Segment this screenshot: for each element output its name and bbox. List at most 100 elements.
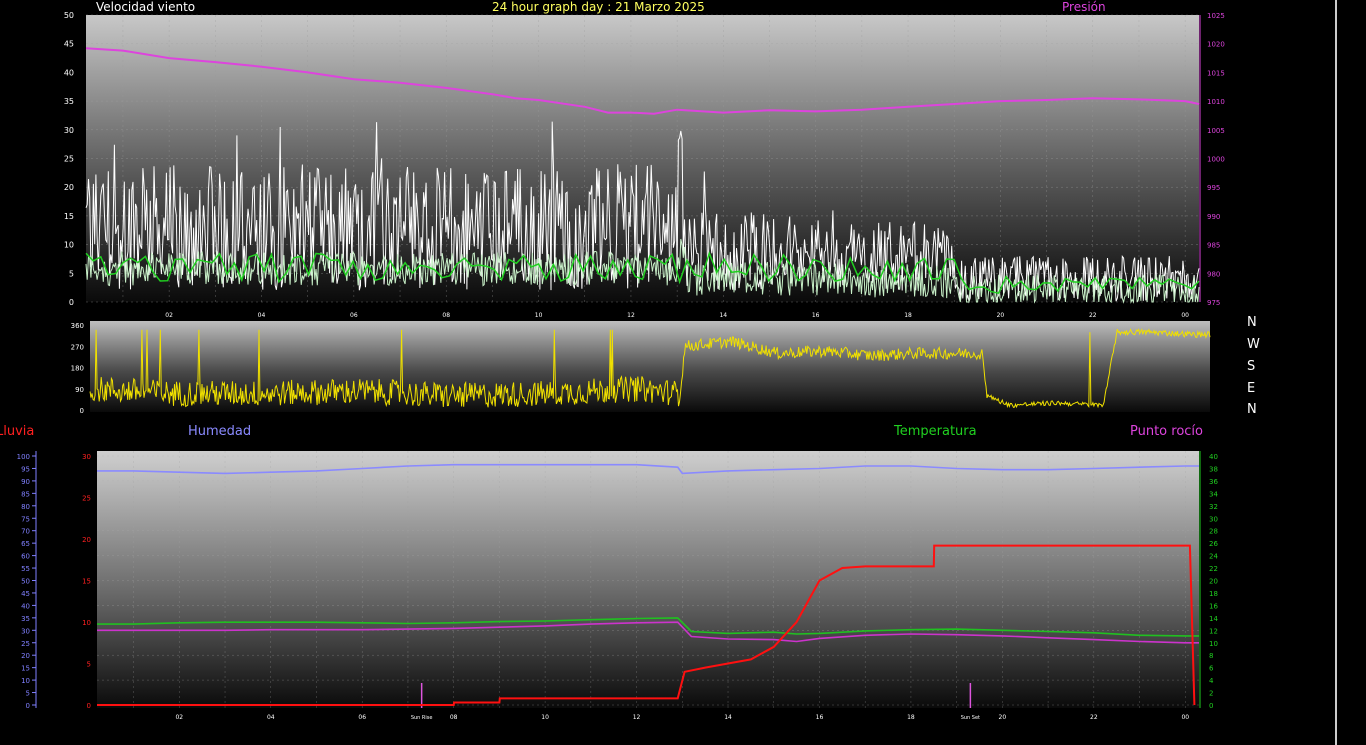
rain-label: Lluvia [0, 424, 35, 439]
wind-tick-label: 20 [64, 183, 74, 192]
humidity-tick-label: 85 [21, 490, 30, 498]
pressure-label: Presión [1062, 0, 1106, 14]
wind-direction-panel: 0 90 180 270 360 [71, 321, 1211, 415]
humidity-tick-label: 35 [21, 615, 30, 623]
compass-s: S [1247, 359, 1256, 374]
rain-tick-label: 5 [87, 661, 91, 669]
x-tick-label: 00 [1181, 714, 1189, 721]
pressure-tick-label: 980 [1207, 270, 1220, 278]
temperature-tick-label: 18 [1209, 590, 1218, 598]
pressure-tick-label: 1015 [1207, 69, 1225, 77]
temperature-tick-label: 14 [1209, 615, 1218, 623]
wind-tick-label: 0 [69, 298, 74, 307]
wind-tick-label: 50 [64, 11, 74, 20]
temperature-tick-label: 20 [1209, 578, 1218, 586]
weather-charts: 0510152025303540455097598098599099510001… [17, 0, 1337, 745]
temperature-tick-label: 26 [1209, 540, 1218, 548]
humidity-tick-label: 70 [21, 528, 30, 536]
x-tick-label: 20 [999, 714, 1007, 721]
humidity-tick-label: 10 [21, 677, 30, 685]
rain-tick-label: 0 [87, 702, 91, 710]
humidity-tick-label: 15 [21, 665, 30, 673]
temperature-tick-label: 2 [1209, 690, 1213, 698]
temperature-tick-label: 30 [1209, 515, 1218, 523]
x-tick-label: 22 [1089, 312, 1097, 319]
rain-tick-label: 10 [82, 619, 91, 627]
x-tick-label: 06 [358, 714, 366, 721]
temperature-tick-label: 40 [1209, 453, 1218, 461]
wind-tick-label: 5 [69, 269, 74, 278]
temperature-tick-label: 12 [1209, 627, 1218, 635]
temperature-tick-label: 6 [1209, 665, 1214, 673]
rain-tick-label: 15 [82, 578, 91, 586]
humidity-tick-label: 20 [21, 652, 30, 660]
temperature-tick-label: 34 [1209, 490, 1218, 498]
humidity-label: Humedad [188, 424, 252, 439]
x-tick-label: 18 [907, 714, 915, 721]
pressure-tick-label: 995 [1207, 184, 1220, 192]
wind-tick-label: 30 [64, 126, 74, 135]
humidity-tick-label: 50 [21, 578, 30, 586]
humidity-tick-label: 40 [21, 602, 30, 610]
humidity-tick-label: 95 [21, 465, 30, 473]
pressure-tick-label: 1010 [1207, 98, 1225, 106]
wind-tick-label: 35 [64, 97, 74, 106]
pressure-tick-label: 985 [1207, 242, 1220, 250]
direction-tick-label: 270 [71, 343, 84, 351]
humidity-tick-label: 60 [21, 553, 30, 561]
temperature-tick-label: 28 [1209, 528, 1218, 536]
humidity-tick-label: 45 [21, 590, 30, 598]
wind-speed-label: Velocidad viento [96, 0, 196, 14]
temperature-tick-label: 32 [1209, 503, 1218, 511]
x-tick-label: 12 [633, 714, 641, 721]
temperature-tick-label: 4 [1209, 677, 1214, 685]
wind-tick-label: 45 [64, 40, 74, 49]
x-tick-label: 10 [535, 312, 543, 319]
x-tick-label: 12 [627, 312, 635, 319]
plot-area [97, 451, 1199, 708]
temperature-humidity-panel: 0246810121416182022242628303234363840051… [17, 451, 1218, 721]
pressure-tick-label: 1005 [1207, 127, 1225, 135]
pressure-tick-label: 1000 [1207, 156, 1225, 164]
x-tick-label: 08 [450, 714, 458, 721]
x-tick-label: 02 [175, 714, 183, 721]
sunrise-label: Sun Rise [411, 715, 433, 721]
humidity-tick-label: 100 [17, 453, 30, 461]
x-tick-label: 22 [1090, 714, 1098, 721]
humidity-tick-label: 30 [21, 627, 30, 635]
humidity-tick-label: 5 [26, 690, 30, 698]
x-tick-label: 20 [997, 312, 1005, 319]
x-tick-label: 14 [724, 714, 732, 721]
humidity-tick-label: 65 [21, 540, 30, 548]
humidity-tick-label: 90 [21, 478, 30, 486]
humidity-tick-label: 0 [26, 702, 30, 710]
humidity-tick-label: 25 [21, 640, 30, 648]
x-tick-label: 04 [258, 312, 266, 319]
wind-tick-label: 15 [64, 212, 74, 221]
x-tick-label: 00 [1181, 312, 1189, 319]
x-tick-label: 04 [267, 714, 275, 721]
humidity-tick-label: 80 [21, 503, 30, 511]
temperature-tick-label: 0 [1209, 702, 1213, 710]
x-tick-label: 14 [719, 312, 727, 319]
x-tick-label: 06 [350, 312, 358, 319]
wind-tick-label: 25 [64, 155, 74, 164]
temperature-tick-label: 24 [1209, 553, 1218, 561]
sunset-label: Sun Set [961, 715, 980, 721]
x-tick-label: 16 [816, 714, 824, 721]
direction-tick-label: 90 [75, 386, 84, 394]
x-tick-label: 16 [812, 312, 820, 319]
compass-n-bottom: N [1247, 402, 1257, 417]
rain-tick-label: 30 [82, 453, 91, 461]
temperature-tick-label: 10 [1209, 640, 1218, 648]
x-tick-label: 10 [541, 714, 549, 721]
compass-w: W [1247, 337, 1260, 352]
x-tick-label: 02 [165, 312, 173, 319]
x-tick-label: 08 [442, 312, 450, 319]
pressure-tick-label: 1025 [1207, 12, 1225, 20]
temperature-tick-label: 8 [1209, 652, 1213, 660]
compass-n-top: N [1247, 315, 1257, 330]
wind-tick-label: 10 [64, 241, 74, 250]
compass-e: E [1247, 381, 1256, 396]
chart-title: 24 hour graph day : 21 Marzo 2025 [492, 0, 705, 14]
